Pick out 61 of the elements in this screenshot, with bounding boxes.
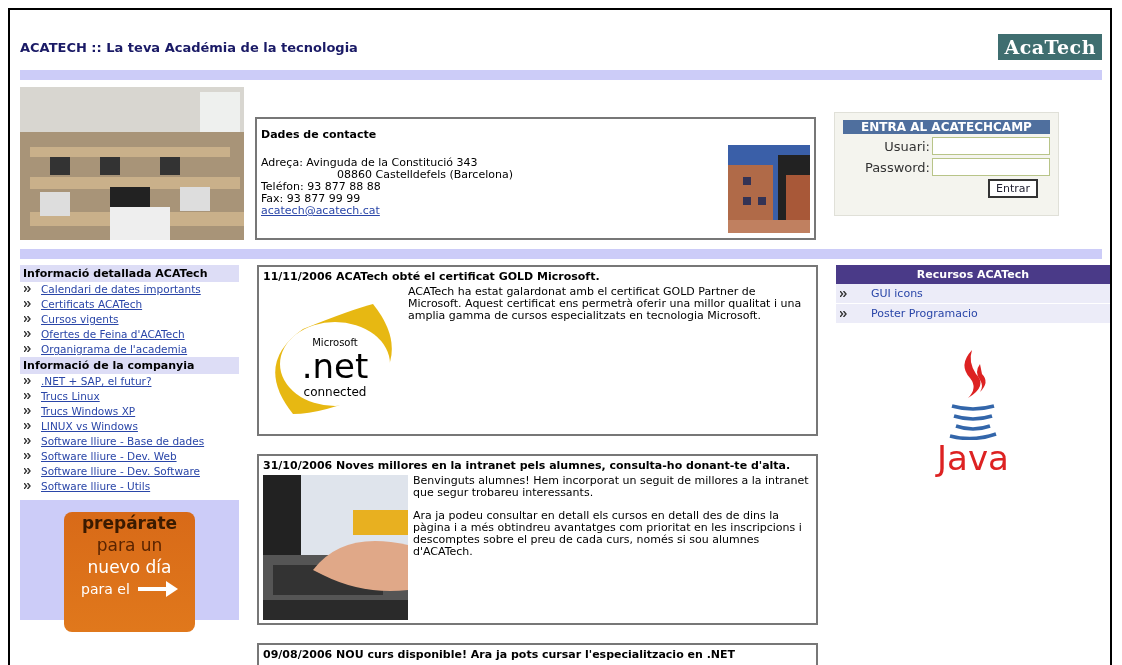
promo-text: para un xyxy=(96,534,163,556)
double-chevron-icon xyxy=(24,286,31,292)
promo-text: prepárate xyxy=(81,512,178,534)
news-title: 31/10/2006 Noves millores en la intranet pels alumnes, consulta-ho donant-te d'alta. xyxy=(263,459,792,472)
double-chevron-icon xyxy=(24,408,31,414)
fax-text: Fax: 93 877 99 99 xyxy=(261,193,362,205)
sidebar-link[interactable]: .NET + SAP, el futur? xyxy=(41,375,152,387)
site-logo: AcaTech xyxy=(998,34,1102,60)
news-text: Benvinguts alumnes! Hem incorporat un seguit de millores a la intranet que segur trobareu interessants. xyxy=(413,475,810,499)
double-chevron-icon xyxy=(24,438,31,444)
sidebar-link[interactable]: Software lliure - Utils xyxy=(41,480,151,492)
promo-banner[interactable]: prepárate para un nuevo día para el xyxy=(64,512,195,632)
address-text: Adreça: Avinguda de la Constitució 343 xyxy=(261,157,479,169)
login-title: ENTRA AL ACATECHCAMP xyxy=(843,120,1050,134)
resource-link[interactable]: GUI icons xyxy=(836,284,1110,304)
sidebar-heading: Informació detallada ACATech xyxy=(20,265,239,282)
arrow-icon xyxy=(137,581,178,597)
double-chevron-icon xyxy=(24,453,31,459)
sidebar-link[interactable]: Trucs Windows XP xyxy=(41,405,136,417)
double-chevron-icon xyxy=(840,290,847,297)
site-title: ACATECH :: La teva Académia de la tecnologia xyxy=(20,39,358,55)
double-chevron-icon xyxy=(24,331,31,337)
coffee-cup-icon xyxy=(948,350,998,440)
news-title: 11/11/2006 ACATech obté el certificat GOLD Microsoft. xyxy=(263,270,601,283)
phone-text: Teléfon: 93 877 88 88 xyxy=(261,181,382,193)
double-chevron-icon xyxy=(24,483,31,489)
sidebar-link[interactable]: LINUX vs Windows xyxy=(41,420,138,432)
sidebar-link[interactable]: Software lliure - Base de dades xyxy=(41,435,205,447)
sidebar-link[interactable]: Calendari de dates importants xyxy=(41,283,201,295)
input-field[interactable] xyxy=(932,158,1050,176)
double-chevron-icon xyxy=(24,423,31,429)
contact-heading: Dades de contacte xyxy=(261,128,378,141)
sidebar-heading: Informació de la companyia xyxy=(20,357,239,374)
news-text: ACATech ha estat galardonat amb el certificat GOLD Partner de Microsoft. Aquest certificat ens permetrà oferir una millor qualitat i una amplia gamma de cursos especialitzats en tecnologia Microsoft. xyxy=(408,286,803,322)
double-chevron-icon xyxy=(24,316,31,322)
login-button[interactable]: Entrar xyxy=(987,179,1038,198)
resources-heading: Recursos ACATech xyxy=(836,265,1110,284)
email-link[interactable]: acatech@acatech.cat xyxy=(261,204,380,217)
field-label: Usuari: xyxy=(884,138,930,154)
double-chevron-icon xyxy=(24,378,31,384)
double-chevron-icon xyxy=(24,468,31,474)
double-chevron-icon xyxy=(24,393,31,399)
sidebar-link[interactable]: Software lliure - Dev. Web xyxy=(41,450,177,462)
sidebar-link[interactable]: Ofertes de Feina d'ACATech xyxy=(41,328,185,340)
promo-text: para el xyxy=(81,580,130,599)
double-chevron-icon xyxy=(840,310,847,317)
input-field[interactable] xyxy=(932,137,1050,155)
double-chevron-icon xyxy=(24,301,31,307)
news-text: Ara ja podeu consultar en detall els cursos en detall des de dins la pàgina i a més obtindreu avantatges com prioritat en les inscripcions i descomptes sobre el preu de cada curs, només si sou alumnes d'ACATech. xyxy=(413,510,803,558)
sidebar-link[interactable]: Organigrama de l'academia xyxy=(41,343,188,355)
promo-text: nuevo día xyxy=(87,556,172,578)
double-chevron-icon xyxy=(24,346,31,352)
news-title: 09/08/2006 NOU curs disponible! Ara ja pots cursar l'especialitzacio en .NET xyxy=(263,648,737,661)
resource-link[interactable]: Poster Programacio xyxy=(836,304,1110,324)
sidebar-link[interactable]: Certificats ACATech xyxy=(41,298,143,310)
java-logo-text: Java xyxy=(937,440,1009,476)
field-label: Password: xyxy=(864,159,930,175)
sidebar-link[interactable]: Software lliure - Dev. Software xyxy=(41,465,200,477)
address-text: 08860 Castelldefels (Barcelona) xyxy=(336,169,513,181)
sidebar-link[interactable]: Trucs Linux xyxy=(41,390,100,402)
sidebar-link[interactable]: Cursos vigents xyxy=(41,313,119,325)
